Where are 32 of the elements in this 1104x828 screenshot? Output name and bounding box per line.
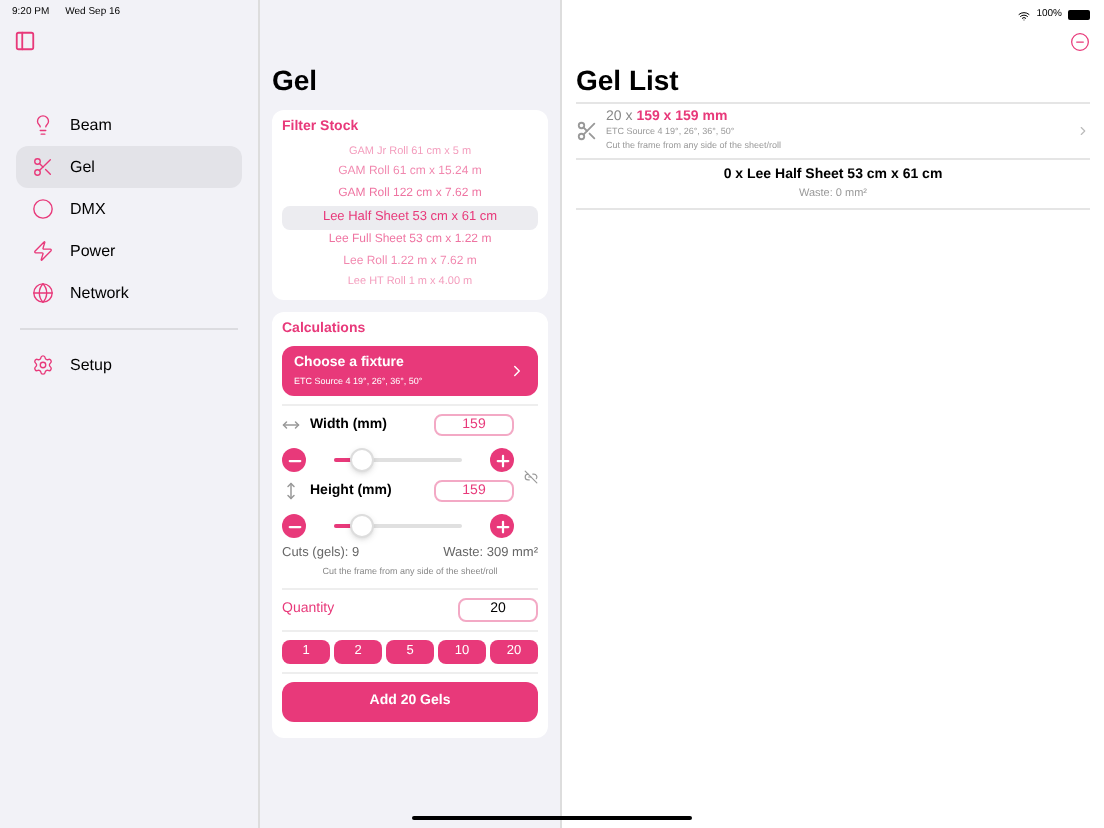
circle-icon — [32, 198, 54, 220]
vertical-arrows-icon — [282, 482, 300, 501]
lightning-icon — [32, 240, 54, 262]
increase-button[interactable] — [490, 448, 514, 473]
plus-icon — [493, 451, 511, 470]
page-title: Gel — [272, 62, 320, 100]
battery-icon — [1068, 10, 1090, 20]
chevron-icon — [508, 362, 526, 381]
sidebar-item[interactable]: Network — [16, 272, 242, 314]
decrease-button[interactable] — [282, 514, 306, 539]
sidebar-item[interactable]: Setup — [16, 344, 242, 386]
unlink-icon[interactable] — [524, 469, 538, 484]
sidebar-toggle-icon[interactable] — [14, 30, 36, 52]
slider-thumb[interactable] — [350, 448, 375, 473]
more-icon[interactable] — [1070, 32, 1090, 52]
decrease-button[interactable] — [282, 448, 306, 473]
settings-icon — [32, 354, 54, 376]
plus-icon — [493, 517, 511, 536]
globe-icon — [32, 282, 54, 304]
lightbulb-icon — [32, 114, 54, 136]
slider-thumb[interactable] — [350, 514, 375, 539]
scissors-icon — [32, 156, 54, 178]
horizontal-arrows-icon — [282, 416, 300, 435]
sidebar-item[interactable]: Power — [16, 230, 242, 272]
wifi-icon — [1018, 9, 1031, 21]
sidebar-item[interactable]: Gel — [16, 146, 242, 188]
chevron-icon — [1076, 123, 1090, 138]
list-title: Gel List — [576, 62, 681, 100]
increase-button[interactable] — [490, 514, 514, 539]
sidebar-item[interactable]: DMX — [16, 188, 242, 230]
scissors-icon — [576, 119, 598, 142]
sidebar-item[interactable]: Beam — [16, 104, 242, 146]
